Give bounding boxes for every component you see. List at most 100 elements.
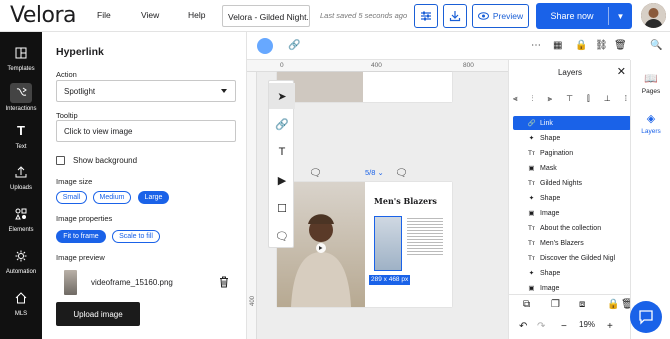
align-left-icon[interactable]: ⫷ (513, 94, 518, 108)
close-icon[interactable]: ✕ (617, 65, 626, 78)
action-select[interactable]: Spotlight (56, 80, 236, 102)
canvas-toolbar: 🔗 ⋯ ▦ 🔒 ⛓ 🗑 (247, 32, 630, 60)
lock-icon[interactable]: 🔒 (607, 299, 619, 310)
layer-label: Shape (540, 134, 561, 142)
menu-view[interactable]: View (141, 10, 159, 20)
panel-title: Hyperlink (56, 46, 104, 58)
nav-label: Pages (641, 88, 661, 95)
color-swatch[interactable] (257, 38, 273, 54)
text-tool[interactable]: T (269, 139, 295, 165)
top-bar: Velora File View Help Velora - Gilded Ni… (0, 0, 670, 32)
alignment-toolbar: ⫷ ⫶ ⫸ ⊤ ⫿ ⊥ ⁞ (513, 94, 627, 108)
layer-label: Shape (540, 194, 561, 202)
settings-sliders-button[interactable] (414, 4, 438, 28)
show-background-label: Show background (73, 156, 138, 165)
trash-icon[interactable] (219, 276, 229, 288)
nav-automation[interactable]: Automation (0, 241, 42, 279)
duplicate-icon[interactable]: ⧉ (523, 299, 530, 310)
align-center-icon[interactable]: ⫶ (532, 94, 534, 108)
layer-item[interactable]: Tт Pagination (513, 146, 631, 160)
nav-templates[interactable]: Templates (0, 38, 42, 76)
page-thumbnail[interactable] (277, 72, 452, 102)
nav-interactions[interactable]: Interactions (0, 78, 42, 116)
link-icon[interactable]: 🔗 (288, 40, 300, 51)
distribute-icon[interactable]: ⁞ (625, 94, 627, 108)
align-top-icon[interactable]: ⊤ (566, 94, 573, 108)
copy-icon[interactable]: ❐ (551, 299, 560, 310)
action-label: Action (56, 70, 77, 79)
align-middle-icon[interactable]: ⫿ (587, 94, 590, 108)
fit-to-frame-button[interactable]: Fit to frame (56, 230, 106, 243)
search-icon[interactable]: 🔍 (650, 40, 662, 51)
undo-icon[interactable]: ↶ (519, 321, 527, 332)
download-button[interactable] (443, 4, 467, 28)
interactions-icon (10, 82, 32, 103)
nav-pages[interactable]: 📖 Pages (631, 72, 670, 95)
upload-image-button[interactable]: Upload image (56, 302, 140, 326)
align-bottom-icon[interactable]: ⊥ (604, 94, 611, 108)
scale-to-fill-button[interactable]: Scale to fill (112, 230, 160, 243)
text-icon: T (278, 146, 286, 158)
size-small-button[interactable]: Small (56, 191, 87, 204)
selected-image-frame[interactable] (374, 216, 402, 271)
size-large-button[interactable]: Large (138, 191, 169, 204)
nav-elements[interactable]: Elements (0, 199, 42, 237)
layer-item[interactable]: 🔗 Link (513, 116, 631, 130)
lock-icon[interactable]: 🔒 (575, 40, 587, 51)
tooltip-input[interactable]: Click to view image (56, 120, 236, 142)
redo-icon[interactable]: ↷ (537, 321, 545, 332)
size-medium-button[interactable]: Medium (93, 191, 131, 204)
layer-item[interactable]: ✦ Shape (513, 191, 631, 205)
layer-item[interactable]: ▣ Image (513, 281, 631, 295)
avatar[interactable] (641, 3, 666, 28)
right-nav: 📖 Pages ◈ Layers (630, 60, 670, 339)
page[interactable]: Men's Blazers (277, 182, 452, 307)
trash-icon[interactable]: 🗑 (614, 40, 627, 51)
nav-layers[interactable]: ◈ Layers (631, 112, 670, 135)
video-tool[interactable]: ▶ (269, 167, 295, 193)
more-icon[interactable]: ⋯ (531, 40, 541, 51)
nav-text[interactable]: T Text (0, 116, 42, 154)
show-background-checkbox[interactable] (56, 156, 65, 165)
layer-item[interactable]: ▣ Image (513, 206, 631, 220)
shape-icon: ✦ (528, 195, 535, 202)
align-right-icon[interactable]: ⫸ (548, 94, 553, 108)
link-tool[interactable]: 🔗 (269, 111, 295, 137)
layer-item[interactable]: ✦ Shape (513, 266, 631, 280)
comment-tool[interactable]: 🗨 (269, 223, 295, 249)
elements-icon (10, 204, 32, 224)
zoom-out-icon[interactable]: − (561, 321, 567, 332)
menu-help[interactable]: Help (188, 10, 205, 20)
image-size-label: Image size (56, 177, 93, 186)
comment-icon[interactable]: 🗨 (309, 168, 322, 179)
chat-button[interactable] (630, 301, 662, 333)
comment-icon[interactable]: 🗨 (395, 168, 408, 179)
transparency-icon[interactable]: ▦ (553, 40, 562, 51)
hyperlink-panel: Hyperlink Action Spotlight Tooltip Click… (42, 32, 247, 339)
nav-label: Uploads (9, 184, 32, 191)
layer-item[interactable]: Tт Gilded Nights (513, 176, 631, 190)
document-name-field[interactable]: Velora - Gilded Night... (222, 5, 310, 27)
chevron-down-icon[interactable]: ▼ (609, 12, 632, 21)
page-indicator[interactable]: 5/8 ⌄ (365, 168, 384, 177)
preview-button[interactable]: Preview (472, 4, 529, 28)
layer-item[interactable]: ✦ Shape (513, 131, 631, 145)
pages-icon: 📖 (644, 73, 658, 85)
share-button[interactable]: Share now ▼ (536, 3, 632, 29)
zoom-in-icon[interactable]: + (607, 321, 613, 332)
nav-label: Templates (7, 65, 35, 72)
video-icon: ▶ (277, 174, 287, 187)
sliders-icon (421, 11, 431, 21)
shape-tool[interactable]: ☐ (269, 195, 295, 221)
layer-item[interactable]: Tт Discover the Gilded Nigl (513, 251, 631, 265)
pointer-tool[interactable]: ➤ (269, 83, 295, 109)
menu-file[interactable]: File (97, 10, 111, 20)
nav-uploads[interactable]: Uploads (0, 157, 42, 195)
layer-item[interactable]: Tт About the collection (513, 221, 631, 235)
group-icon[interactable]: ⛓ (595, 40, 608, 51)
nav-label: Text (15, 143, 27, 150)
nav-mls[interactable]: MLS (0, 283, 42, 321)
layer-item[interactable]: Tт Men's Blazers (513, 236, 631, 250)
paste-icon[interactable]: ⧈ (579, 299, 585, 310)
layer-item[interactable]: ▣ Mask (513, 161, 631, 175)
